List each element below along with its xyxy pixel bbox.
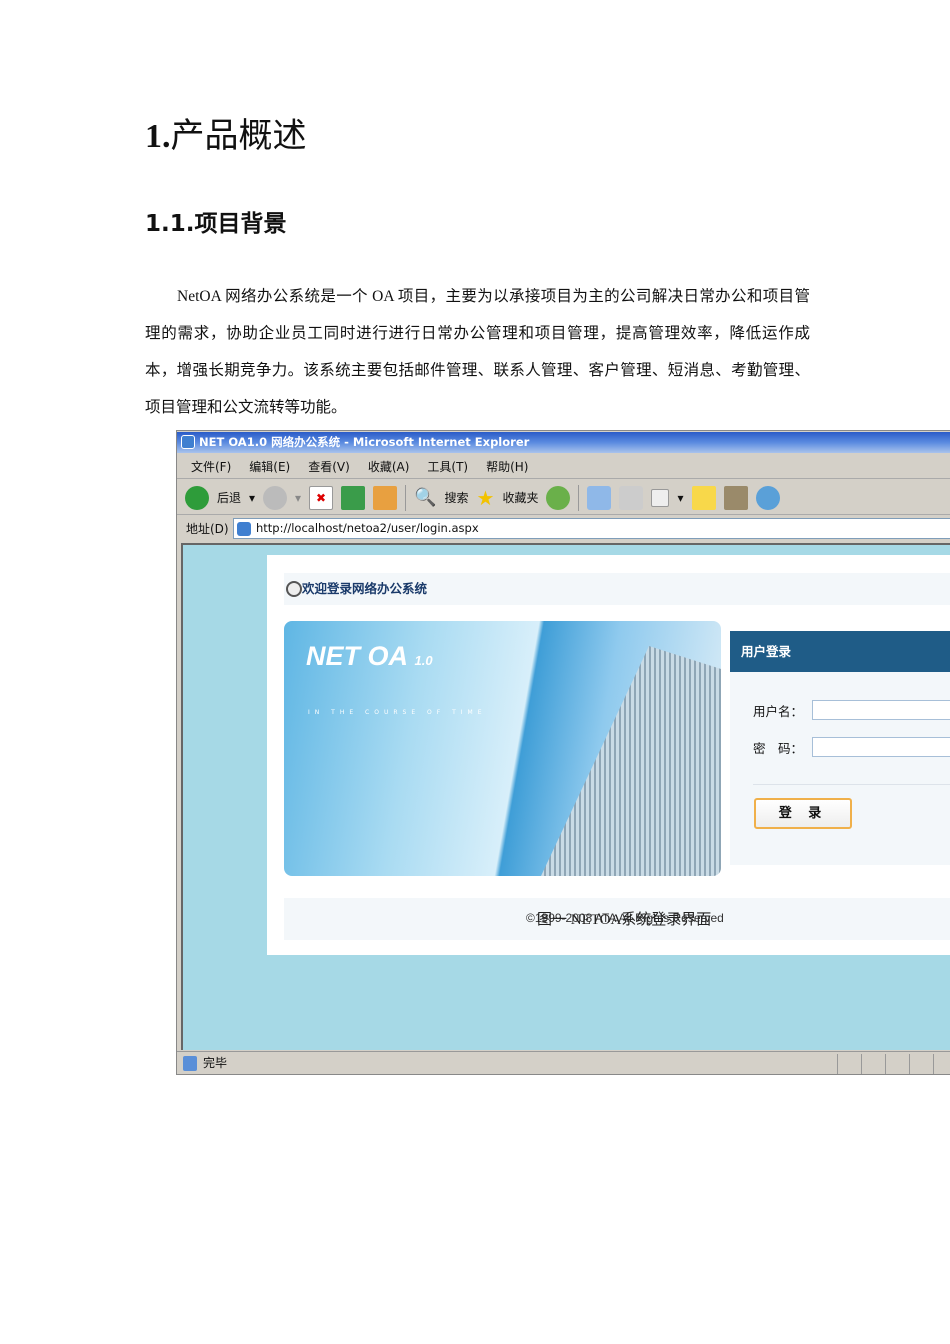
page-icon — [183, 1056, 197, 1071]
stop-icon[interactable]: ✖ — [309, 485, 334, 510]
browser-screenshot: NET OA1.0 网络办公系统 - Microsoft Internet Ex… — [176, 430, 950, 1075]
page-footer: ©1999-2008 ATA All Rights Reserved 图一 NE… — [284, 898, 950, 940]
heading-2: 1.1.项目背景 — [145, 211, 287, 237]
page-viewport: 欢迎登录网络办公系统 NET OA 1.0 IN THE COURSE OF T… — [181, 543, 950, 1050]
search-button[interactable]: 搜索 — [445, 489, 469, 506]
menu-tools[interactable]: 工具(T) — [427, 455, 468, 478]
welcome-text: 欢迎登录网络办公系统 — [302, 581, 428, 596]
body-paragraph: NetOA 网络办公系统是一个 OA 项目，主要为以承接项目为主的公司解决日常办… — [145, 288, 810, 416]
window-title: NET OA1.0 网络办公系统 - Microsoft Internet Ex… — [199, 435, 530, 449]
mail-icon[interactable] — [587, 485, 612, 510]
title-bar: NET OA1.0 网络办公系统 - Microsoft Internet Ex… — [177, 432, 950, 453]
welcome-bar: 欢迎登录网络办公系统 — [284, 573, 950, 605]
forward-icon[interactable] — [263, 485, 288, 510]
menu-bar: 文件(F) 编辑(E) 查看(V) 收藏(A) 工具(T) 帮助(H) — [177, 455, 950, 479]
login-title: 用户登录 — [730, 631, 950, 672]
figure-caption: 图一 NETOA系统登录界面 — [537, 912, 712, 928]
building-graphic — [541, 646, 721, 876]
ie-icon — [181, 435, 195, 449]
status-bar: 完毕 — [177, 1051, 950, 1074]
address-bar: 地址(D) http://localhost/netoa2/user/login… — [177, 517, 950, 541]
menu-edit[interactable]: 编辑(E) — [249, 455, 290, 478]
home-icon[interactable] — [373, 485, 398, 510]
address-label: 地址(D) — [186, 522, 229, 536]
favorites-button[interactable]: 收藏夹 — [502, 489, 538, 506]
status-cell — [933, 1054, 950, 1074]
menu-help[interactable]: 帮助(H) — [486, 455, 528, 478]
banner-image: NET OA 1.0 IN THE COURSE OF TIME — [284, 621, 721, 876]
heading-1: 1.产品概述 — [145, 118, 307, 155]
messenger-icon[interactable] — [755, 485, 780, 510]
status-cell — [909, 1054, 933, 1074]
research-icon[interactable] — [723, 485, 748, 510]
clock-icon — [286, 581, 302, 597]
back-button[interactable]: 后退 — [217, 489, 241, 506]
search-icon[interactable]: 🔍 — [414, 487, 436, 508]
password-label: 密 码： — [753, 741, 804, 756]
netoa-logo: NET OA 1.0 — [306, 641, 433, 671]
history-icon[interactable] — [546, 485, 571, 510]
password-input[interactable] — [812, 737, 950, 757]
print-icon[interactable] — [619, 485, 644, 510]
refresh-icon[interactable] — [341, 485, 366, 510]
login-page: 欢迎登录网络办公系统 NET OA 1.0 IN THE COURSE OF T… — [267, 555, 950, 955]
status-cell — [861, 1054, 885, 1074]
menu-file[interactable]: 文件(F) — [191, 455, 231, 478]
login-panel: 用户登录 用户名： 密 码： 登 录 — [730, 631, 950, 865]
toolbar: 后退 ▾ ▾ ✖ 🔍 搜索 ★ 收藏夹 ▾ — [177, 481, 950, 515]
word-icon[interactable] — [651, 488, 670, 507]
username-input[interactable] — [812, 700, 950, 720]
url-text: http://localhost/netoa2/user/login.aspx — [256, 521, 479, 535]
status-text: 完毕 — [203, 1056, 228, 1070]
username-label: 用户名： — [753, 704, 804, 719]
divider — [753, 784, 950, 785]
notes-icon[interactable] — [691, 485, 716, 510]
page-icon — [237, 522, 251, 536]
menu-view[interactable]: 查看(V) — [308, 455, 350, 478]
status-cell — [885, 1054, 909, 1074]
menu-favorites[interactable]: 收藏(A) — [368, 455, 410, 478]
back-icon[interactable] — [185, 485, 209, 510]
status-cell — [837, 1054, 861, 1074]
star-icon[interactable]: ★ — [477, 486, 495, 510]
login-button[interactable]: 登 录 — [754, 798, 852, 829]
tagline: IN THE COURSE OF TIME — [308, 709, 487, 716]
address-input[interactable]: http://localhost/netoa2/user/login.aspx — [233, 518, 950, 539]
